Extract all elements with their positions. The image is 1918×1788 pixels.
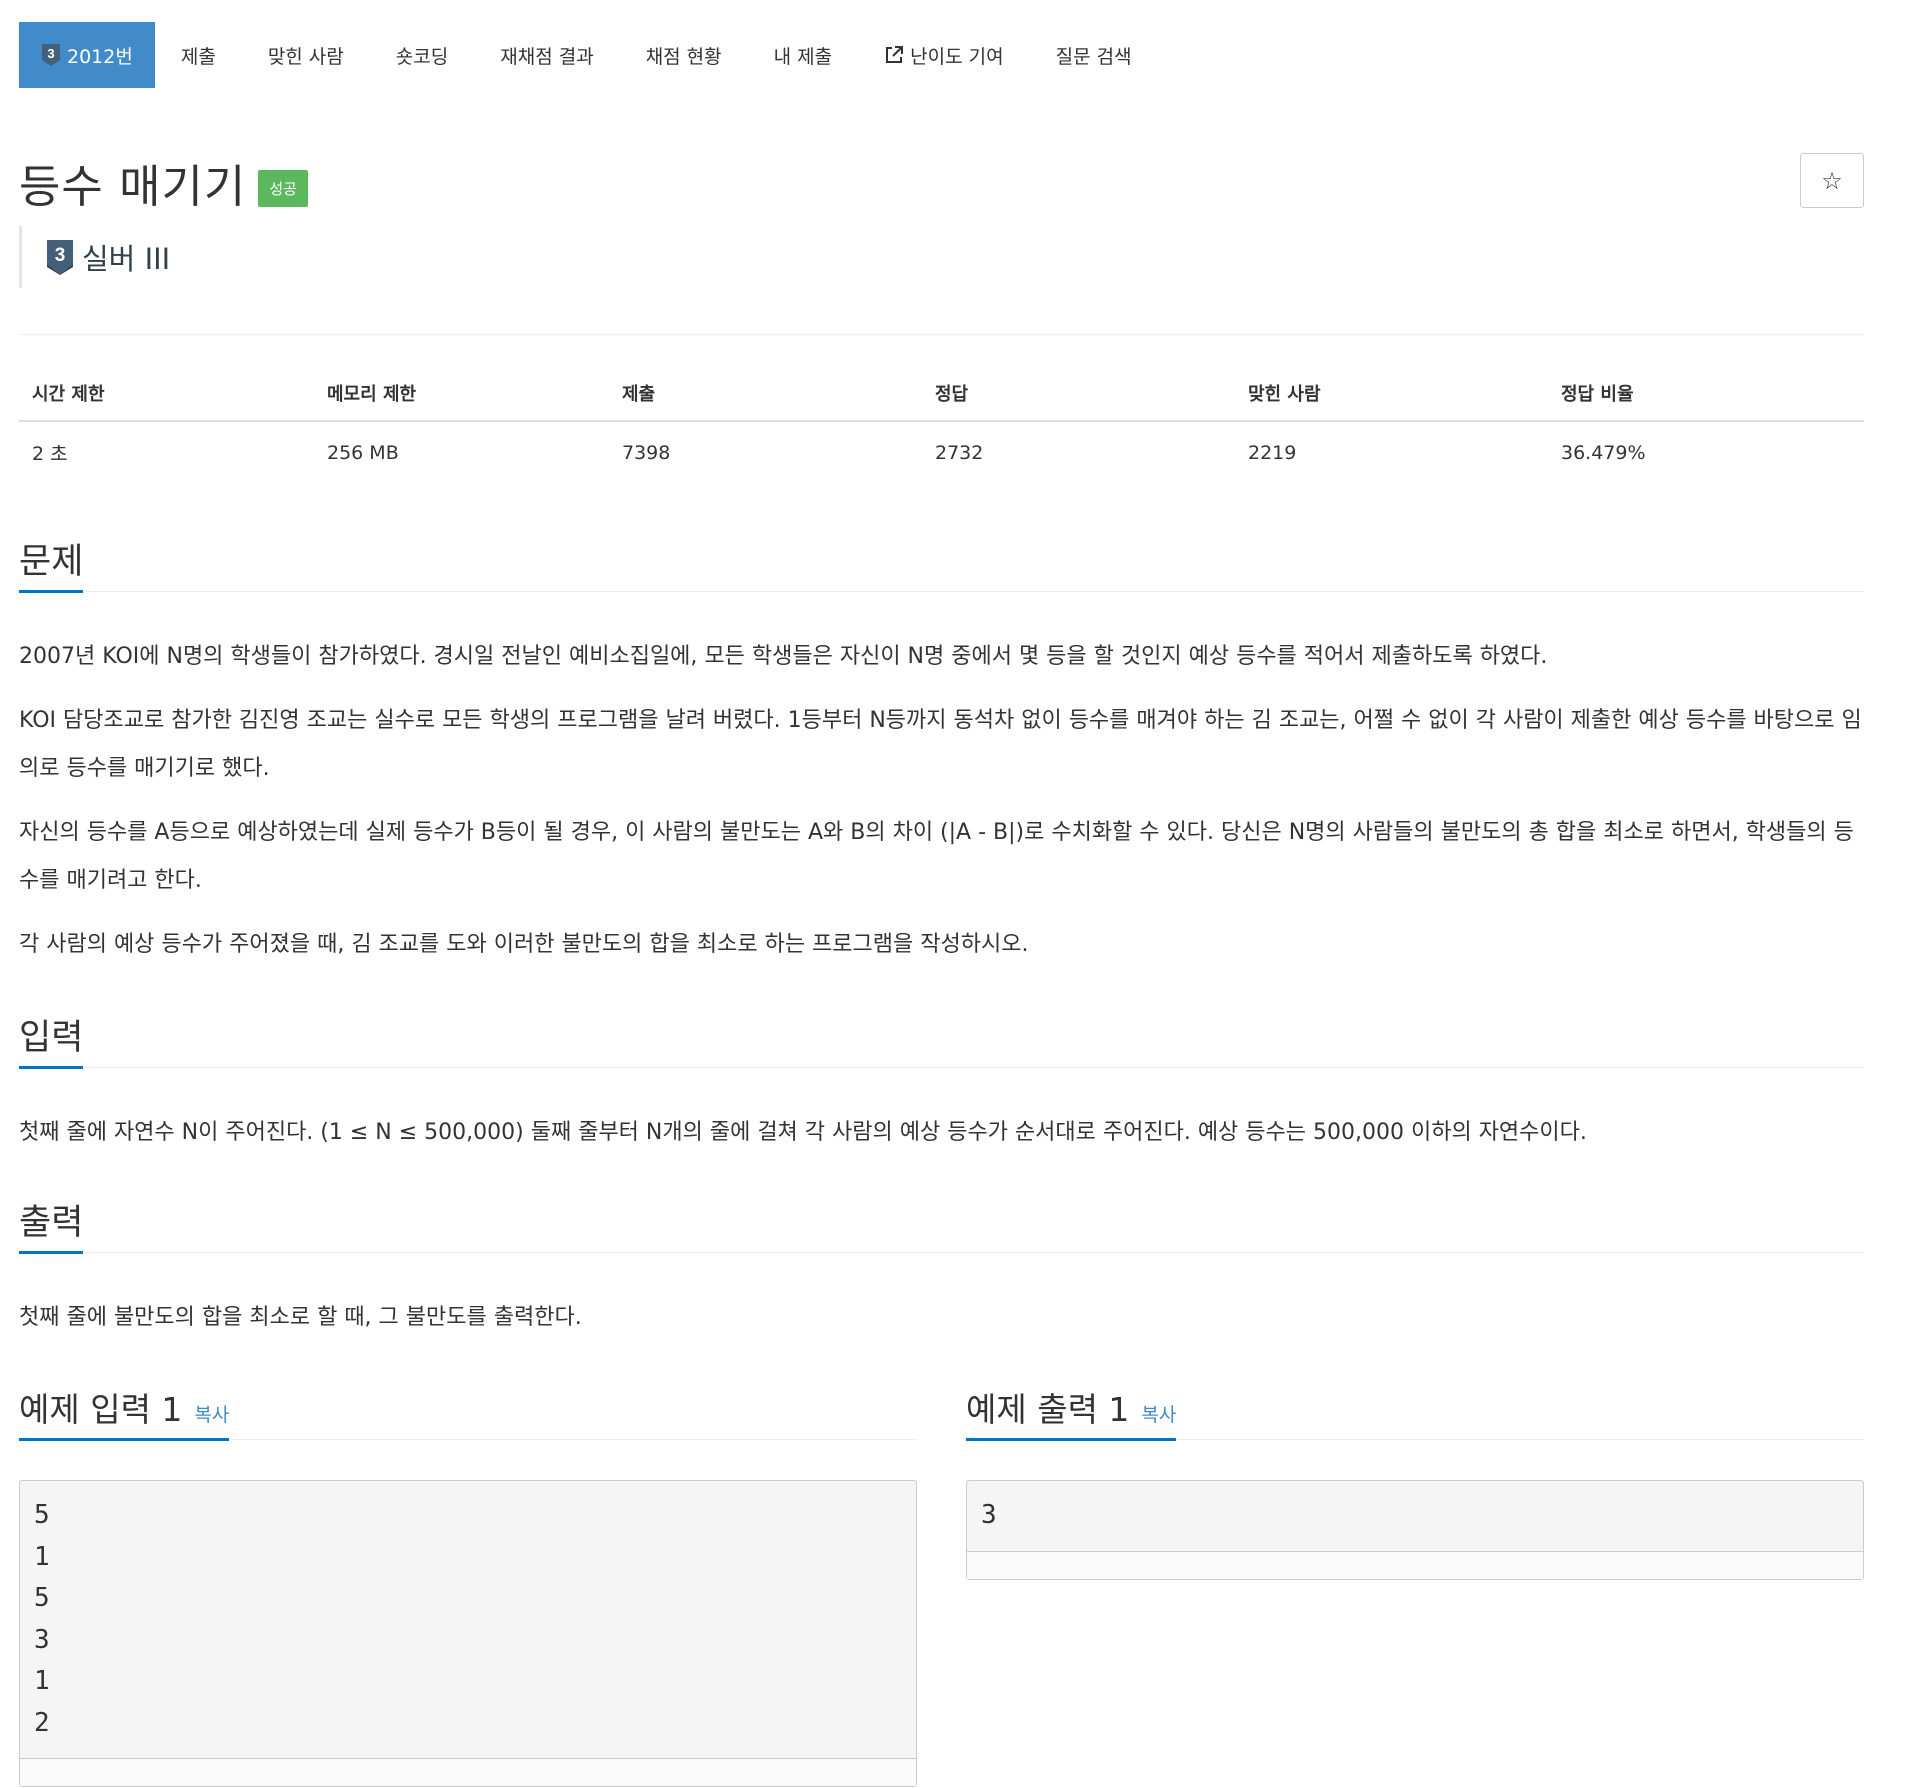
memory-limit: 256 MB [327,441,399,464]
tier-label[interactable]: 실버 III [82,236,170,278]
problem-section-header: 문제 [19,532,1864,593]
nav-difficulty-label: 난이도 기여 [910,45,1004,68]
page-title: 등수 매기기 [19,160,247,213]
svg-text:3: 3 [47,46,54,61]
sample-input-header: 예제 입력 1 복사 [19,1370,917,1441]
nav-submit[interactable]: 제출 [155,22,242,88]
input-description: 첫째 줄에 자연수 N이 주어진다. (1 ≤ N ≤ 500,000) 둘째 … [19,1109,1864,1173]
copy-sample-input-button[interactable]: 복사 [194,1404,229,1426]
problem-info-table: 시간 제한 메모리 제한 제출 정답 맞힌 사람 정답 비율 2 초 256 M… [19,372,1864,483]
status-badge: 성공 [258,170,308,207]
sample-input-section: 예제 입력 1 복사 5 1 5 3 1 2 [19,1370,917,1787]
nav-rejudge-results[interactable]: 재채점 결과 [474,22,619,88]
nav-my-submissions[interactable]: 내 제출 [748,22,858,88]
accepted-count: 2732 [935,441,984,464]
accept-ratio: 36.479% [1561,441,1646,464]
title-row: 등수 매기기 성공 [19,150,308,215]
problem-description: 2007년 KOI에 N명의 학생들이 참가하였다. 경시일 전날인 예비소집일… [19,633,1864,985]
table-header: 메모리 제한 [314,372,609,422]
table-header: 시간 제한 [19,372,314,422]
sample-output-heading: 예제 출력 1 복사 [966,1390,1177,1441]
submission-count: 7398 [622,441,671,464]
table-header: 정답 [922,372,1235,422]
copy-sample-output-button[interactable]: 복사 [1141,1404,1176,1426]
problem-paragraph: KOI 담당조교로 참가한 김진영 조교는 실수로 모든 학생의 프로그램을 날… [19,708,1862,781]
sample-output-footer [967,1550,1863,1579]
table-row: 2 초 256 MB 7398 2732 2219 36.479% [19,421,1864,483]
svg-text:3: 3 [55,245,66,266]
nav-judge-status[interactable]: 채점 현황 [620,22,748,88]
nav-short-coding[interactable]: 숏코딩 [370,22,474,88]
nav-solved-users[interactable]: 맞힌 사람 [242,22,370,88]
output-description: 첫째 줄에 불만도의 합을 최소로 할 때, 그 불만도를 출력한다. [19,1294,1864,1358]
problem-paragraph: 2007년 KOI에 N명의 학생들이 참가하였다. 경시일 전날인 예비소집일… [19,644,1548,669]
nav-question-search[interactable]: 질문 검색 [1030,22,1158,88]
problem-nav: 3 2012번 제출 맞힌 사람 숏코딩 재채점 결과 채점 현황 내 제출 난… [19,22,1158,88]
star-icon: ☆ [1821,166,1843,195]
sample-input-title: 예제 입력 1 [19,1390,183,1429]
nav-problem-number[interactable]: 3 2012번 [19,22,155,88]
solved-users-count: 2219 [1248,441,1297,464]
output-section-header: 출력 [19,1193,1864,1254]
divider [19,334,1864,335]
problem-paragraph: 각 사람의 예상 등수가 주어졌을 때, 김 조교를 도와 이러한 불만도의 합… [19,932,1029,957]
output-paragraph: 첫째 줄에 불만도의 합을 최소로 할 때, 그 불만도를 출력한다. [19,1305,582,1330]
tier-badge-icon: 3 [42,44,60,66]
input-paragraph: 첫째 줄에 자연수 N이 주어진다. (1 ≤ N ≤ 500,000) 둘째 … [19,1120,1587,1145]
favorite-star-button[interactable]: ☆ [1800,153,1864,208]
sample-output-box: 3 [966,1480,1864,1580]
output-heading: 출력 [19,1206,84,1254]
tier-box: 3 실버 III [19,226,170,288]
sample-input-box: 5 1 5 3 1 2 [19,1480,917,1787]
sample-input-code[interactable]: 5 1 5 3 1 2 [20,1481,916,1758]
table-header-row: 시간 제한 메모리 제한 제출 정답 맞힌 사람 정답 비율 [19,372,1864,422]
sample-output-code[interactable]: 3 [967,1481,1863,1551]
sample-output-header: 예제 출력 1 복사 [966,1370,1864,1441]
sample-output-title: 예제 출력 1 [966,1390,1130,1429]
external-link-icon [886,46,904,63]
sample-input-footer [20,1758,916,1786]
table-header: 정답 비율 [1548,372,1864,422]
page: 3 2012번 제출 맞힌 사람 숏코딩 재채점 결과 채점 현황 내 제출 난… [0,0,1918,1788]
sample-output-section: 예제 출력 1 복사 3 [966,1370,1864,1580]
nav-difficulty-contribution[interactable]: 난이도 기여 [858,22,1029,88]
tier-shield-icon: 3 [47,240,73,275]
table-header: 제출 [609,372,922,422]
problem-heading: 문제 [19,545,84,593]
input-section-header: 입력 [19,1008,1864,1069]
sample-input-heading: 예제 입력 1 복사 [19,1390,230,1441]
input-heading: 입력 [19,1021,84,1069]
table-header: 맞힌 사람 [1235,372,1548,422]
nav-problem-number-label: 2012번 [67,45,133,68]
problem-paragraph: 자신의 등수를 A등으로 예상하였는데 실제 등수가 B등이 될 경우, 이 사… [19,820,1854,893]
time-limit: 2 초 [32,443,68,465]
